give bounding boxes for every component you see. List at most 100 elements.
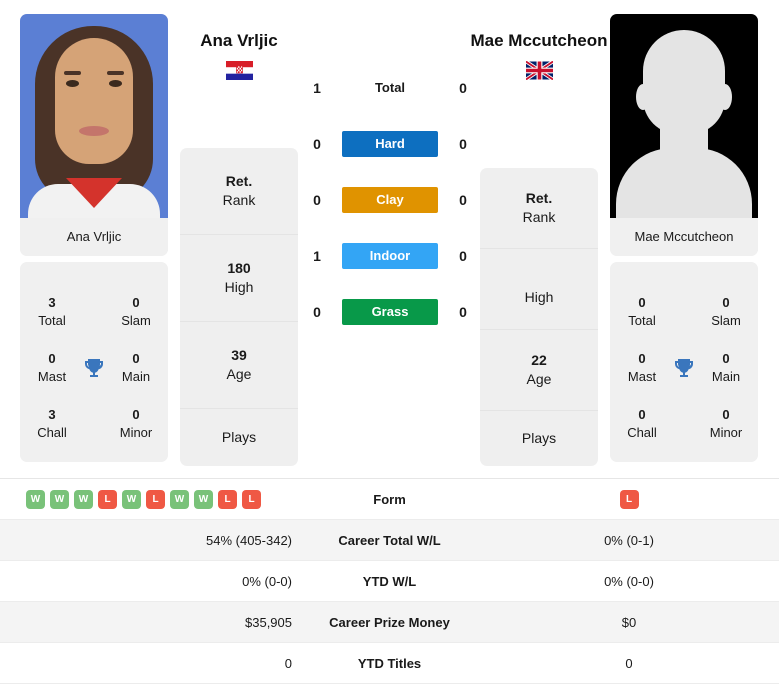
left-info-plays: Plays: [180, 409, 298, 466]
surface-right-value: 0: [459, 192, 467, 208]
surface-right-value: 0: [459, 136, 467, 152]
left-titles-main: 0 Main: [114, 350, 158, 385]
right-player-info-card: Ret. Rank High 22 Age Plays: [480, 168, 598, 466]
label: Slam: [121, 313, 151, 328]
value: 180: [227, 260, 251, 277]
right-titles-minor: 0 Minor: [704, 406, 748, 441]
right-value: 0: [625, 655, 633, 671]
trophy-icon: [77, 356, 111, 380]
label: Minor: [119, 425, 153, 440]
right-titles-slam: 0 Slam: [704, 294, 748, 329]
label: Main: [711, 369, 741, 384]
right-titles-total: 0 Total: [620, 294, 664, 329]
value: 39: [231, 347, 247, 364]
left-info-rank: Ret. Rank: [180, 148, 298, 235]
portrait-brow-left: [64, 71, 81, 75]
portrait-eye-left: [66, 80, 79, 87]
surface-row-total: 1 Total 0: [300, 60, 480, 116]
value: 0: [722, 407, 730, 423]
right-value: 0% (0-1): [604, 532, 654, 548]
right-player-photo-placeholder: [610, 14, 758, 218]
right-player-titles-card: 0 Total 0 Slam 0 Mast 0 Main 0 Chall 0 M…: [610, 262, 758, 462]
right-info-age: 22 Age: [480, 330, 598, 411]
surface-label-grass[interactable]: Grass: [342, 299, 438, 325]
right-info-plays: Plays: [480, 411, 598, 466]
form-badge-loss: L: [619, 489, 639, 509]
trophy-icon: [667, 356, 701, 380]
portrait-brow-right: [107, 71, 124, 75]
label: Main: [121, 369, 151, 384]
silhouette-ear-left: [636, 84, 650, 110]
right-player-name[interactable]: Mae Mccutcheon: [449, 30, 629, 52]
titles-row-total-slam: 3 Total 0 Slam: [20, 284, 168, 340]
portrait-mouth: [79, 126, 109, 136]
surface-right-value: 0: [459, 304, 467, 320]
right-titles-mast: 0 Mast: [620, 350, 664, 385]
surface-label-hard[interactable]: Hard: [342, 131, 438, 157]
form-badge-win: W: [74, 489, 93, 509]
surface-label-clay[interactable]: Clay: [342, 187, 438, 213]
form-badge-loss: L: [218, 489, 237, 509]
table-row: 0% (0-0) YTD W/L 0% (0-0): [0, 561, 779, 602]
titles-row-chall-minor: 3 Chall 0 Minor: [20, 396, 168, 452]
value: [480, 271, 598, 288]
form-badge-win: W: [170, 489, 189, 509]
portrait-face: [55, 38, 133, 164]
label: Slam: [711, 313, 741, 328]
label: Rank: [222, 192, 256, 208]
value: 0: [132, 407, 140, 423]
form-badge-win: W: [122, 489, 141, 509]
left-form-badges: WWWLWLWWLL: [0, 489, 300, 509]
label: Plays: [221, 429, 257, 446]
value: 0: [638, 295, 646, 311]
label: High: [524, 289, 554, 306]
label: Minor: [709, 425, 743, 440]
surface-left-value: 1: [313, 248, 321, 264]
label: Chall: [37, 425, 67, 440]
value: 0: [722, 351, 730, 367]
right-titles-chall: 0 Chall: [620, 406, 664, 441]
titles-row-mast-main: 0 Mast 0 Main: [20, 340, 168, 396]
badge-group: WWWLWLWWLL: [0, 489, 292, 509]
surface-row-hard: 0 Hard 0: [300, 116, 480, 172]
right-info-rank: Ret. Rank: [480, 168, 598, 249]
value: 0: [132, 295, 140, 311]
label: Age: [226, 366, 252, 382]
value: 3: [48, 295, 56, 311]
right-info-high: High: [480, 249, 598, 330]
surface-left-value: 0: [313, 136, 321, 152]
left-info-age: 39 Age: [180, 322, 298, 409]
label: Mast: [37, 369, 67, 384]
left-player-photo-card[interactable]: Ana Vrljic: [20, 14, 168, 256]
left-titles-minor: 0 Minor: [114, 406, 158, 441]
label: Plays: [521, 430, 557, 447]
united-kingdom-flag-icon: [525, 60, 553, 80]
label: Total: [38, 313, 66, 328]
row-label: Career Prize Money: [329, 614, 450, 630]
left-titles-slam: 0 Slam: [114, 294, 158, 329]
label: Age: [526, 371, 552, 387]
value: 0: [638, 351, 646, 367]
form-badge-loss: L: [242, 489, 261, 509]
left-value: $35,905: [245, 614, 292, 630]
surface-label-indoor[interactable]: Indoor: [342, 243, 438, 269]
label: Total: [628, 313, 656, 328]
row-label: YTD W/L: [362, 573, 417, 589]
form-badge-loss: L: [98, 489, 117, 509]
left-player-name[interactable]: Ana Vrljic: [149, 30, 329, 52]
value: 0: [132, 351, 140, 367]
surface-row-grass: 0 Grass 0: [300, 284, 480, 340]
right-player-photo-card[interactable]: Mae Mccutcheon: [610, 14, 758, 256]
surface-left-value: 0: [313, 192, 321, 208]
left-player-info-card: Ret. Rank 180 High 39 Age Plays: [180, 148, 298, 466]
left-titles-total: 3 Total: [30, 294, 74, 329]
form-badge-win: W: [26, 489, 45, 509]
surface-left-value: 0: [313, 304, 321, 320]
label: Mast: [627, 369, 657, 384]
surface-row-indoor: 1 Indoor 0: [300, 228, 480, 284]
left-value: 0% (0-0): [242, 573, 292, 589]
label: Rank: [522, 209, 556, 225]
value: 0: [48, 351, 56, 367]
table-row: $35,905 Career Prize Money $0: [0, 602, 779, 643]
left-info-high: 180 High: [180, 235, 298, 322]
